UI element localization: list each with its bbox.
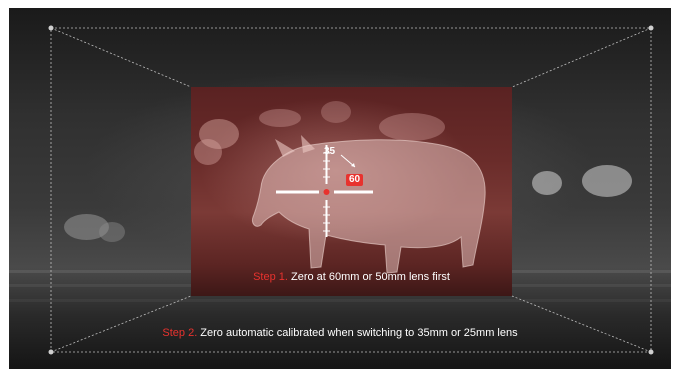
step2-caption: Step 2. Zero automatic calibrated when s… [9, 327, 671, 339]
step2-text: Zero automatic calibrated when switching… [197, 327, 518, 339]
step1-text: Zero at 60mm or 50mm lens first [287, 271, 450, 283]
reticle-mark-lower: 60 [346, 174, 364, 186]
reticle-mark-upper: 35 [324, 146, 336, 157]
thermal-scene: 35 60 Step 1. Zero at 60mm or 50mm lens … [9, 8, 671, 369]
scope-view-inset: 35 60 Step 1. Zero at 60mm or 50mm lens … [191, 87, 512, 296]
step1-label: Step 1. [253, 271, 288, 283]
scope-reticle [276, 145, 373, 237]
step2-label: Step 2. [162, 327, 198, 339]
step1-caption: Step 1. Zero at 60mm or 50mm lens first [191, 271, 512, 283]
